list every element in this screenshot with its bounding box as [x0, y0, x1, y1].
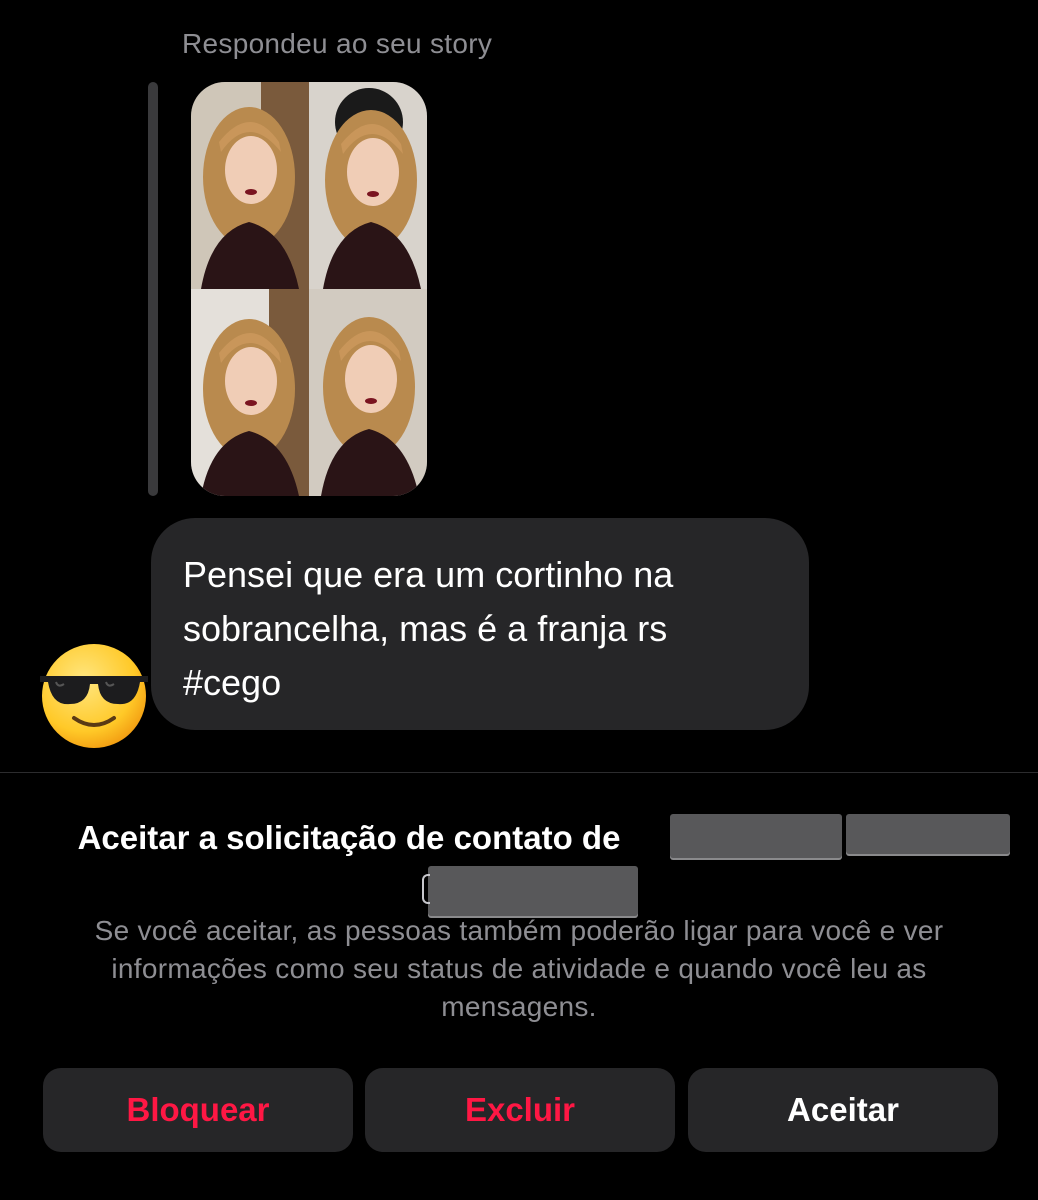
reply-caption: Respondeu ao seu story	[182, 28, 493, 59]
message-bubble[interactable]: Pensei que era um cortinho na sobrancelh…	[151, 518, 809, 730]
redacted-name-1	[670, 814, 842, 858]
redacted-name-3	[422, 866, 638, 916]
story-photo-3	[191, 289, 309, 496]
story-photo-2	[309, 82, 427, 289]
accept-button[interactable]: Aceitar	[688, 1068, 998, 1152]
smiling-face-with-sunglasses-icon	[40, 644, 148, 748]
divider	[0, 772, 1038, 773]
delete-button[interactable]: Excluir	[365, 1068, 675, 1152]
redacted-name-2	[846, 814, 1010, 854]
reply-indicator-bar	[148, 82, 158, 496]
block-button[interactable]: Bloquear	[43, 1068, 353, 1152]
request-description: Se você aceitar, as pessoas também poder…	[94, 915, 944, 1022]
story-photo-1	[191, 82, 309, 289]
request-title-text: Aceitar a solicitação de contato de	[77, 819, 621, 856]
story-thumbnail[interactable]	[191, 82, 427, 496]
story-photo-4	[309, 289, 427, 496]
